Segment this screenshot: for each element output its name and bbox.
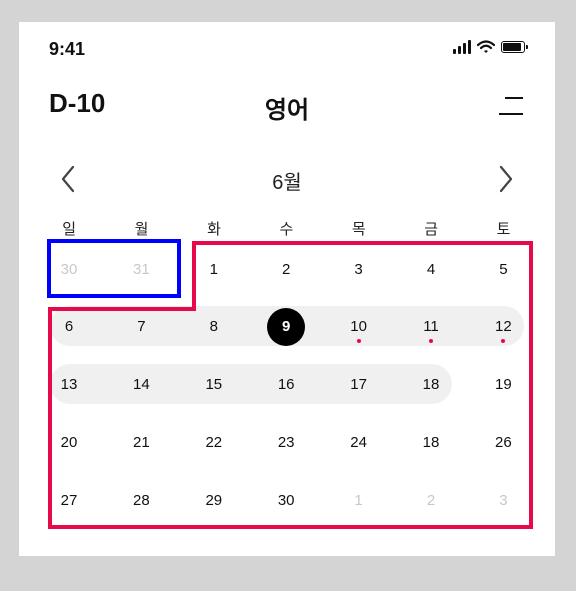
calendar-day[interactable]: 15 (178, 365, 250, 405)
calendar-day[interactable]: 23 (250, 422, 322, 462)
weekday-thu: 목 (351, 221, 366, 238)
month-label: 6월 (272, 172, 302, 194)
status-time: 9:41 (49, 39, 86, 59)
calendar-day[interactable]: 17 (323, 365, 395, 405)
calendar-day[interactable]: 30 (250, 480, 322, 520)
day-number: 6 (64, 318, 74, 336)
day-number: 16 (277, 376, 295, 394)
calendar-day[interactable]: 24 (323, 422, 395, 462)
calendar-day[interactable]: 29 (178, 480, 250, 520)
weekday-tue: 화 (207, 221, 221, 238)
weekday-sat: 토 (496, 221, 511, 238)
calendar-day[interactable]: 16 (250, 365, 322, 405)
day-number: 27 (60, 491, 78, 509)
day-number: 11 (423, 318, 439, 336)
calendar-day[interactable]: 27 (33, 480, 105, 520)
calendar-day[interactable]: 11 (395, 307, 467, 347)
day-number: 1 (209, 260, 218, 278)
day-number: 4 (426, 260, 436, 278)
day-number: 1 (354, 491, 363, 509)
event-dot (429, 338, 433, 343)
calendar-day-selected[interactable]: 9 (250, 307, 322, 347)
day-number: 8 (209, 318, 218, 336)
day-number: 31 (133, 260, 150, 278)
weekday-fri: 금 (424, 221, 439, 238)
day-number: 3 (354, 260, 363, 278)
event-dot (356, 338, 361, 343)
chevron-right-icon[interactable] (493, 164, 517, 194)
calendar-day[interactable]: 30 (33, 249, 105, 289)
day-number: 14 (133, 376, 150, 394)
battery-icon (501, 41, 528, 53)
calendar-day[interactable]: 28 (105, 480, 177, 520)
day-number: 17 (350, 376, 367, 394)
calendar-day[interactable]: 10 (323, 307, 395, 347)
day-number: 18 (422, 376, 440, 394)
day-number: 5 (499, 260, 508, 278)
day-number: 26 (495, 433, 512, 451)
calendar-day[interactable]: 31 (105, 249, 177, 289)
page-title: 영어 (264, 97, 310, 124)
weekday-wed: 수 (279, 221, 294, 238)
phone-screen: 9:41 D-10 영어 6월 일 월 화 수 목 금 토 30 31 1 2 3 4 5 6… (19, 22, 555, 556)
calendar-day[interactable]: 3 (323, 249, 395, 289)
weekday-header: 일 월 화 수 목 금 토 (33, 218, 540, 239)
weekday-sun: 일 (62, 221, 77, 238)
day-number: 18 (422, 433, 440, 451)
calendar-day[interactable]: 21 (105, 422, 177, 462)
calendar-day[interactable]: 5 (467, 249, 539, 289)
calendar-day[interactable]: 19 (467, 365, 539, 405)
day-number: 13 (60, 376, 78, 394)
calendar-day[interactable]: 20 (33, 422, 105, 462)
day-number: 3 (499, 491, 508, 509)
day-number: 29 (205, 491, 223, 509)
day-number: 9 (267, 307, 306, 346)
day-number: 12 (495, 318, 512, 336)
menu-icon[interactable] (499, 95, 523, 115)
day-number: 2 (426, 491, 436, 509)
day-number: 28 (133, 491, 150, 509)
calendar-day[interactable]: 6 (33, 307, 105, 347)
calendar-day[interactable]: 22 (178, 422, 250, 462)
day-number: 2 (282, 260, 291, 278)
calendar-day[interactable]: 7 (105, 307, 177, 347)
day-number: 10 (350, 318, 367, 336)
calendar-day[interactable]: 2 (395, 480, 467, 520)
calendar-day[interactable]: 13 (33, 365, 105, 405)
event-dot (501, 338, 506, 343)
calendar-day[interactable]: 14 (105, 365, 177, 405)
day-number: 30 (60, 260, 78, 278)
calendar-day[interactable]: 4 (395, 249, 467, 289)
day-number: 20 (60, 433, 78, 451)
calendar-day[interactable]: 26 (467, 422, 539, 462)
calendar-day[interactable]: 3 (467, 480, 539, 520)
day-number: 7 (137, 318, 146, 336)
signal-icon (453, 40, 471, 54)
calendar-day[interactable]: 18 (395, 422, 467, 462)
weekday-mon: 월 (134, 221, 149, 238)
day-number: 23 (277, 433, 295, 451)
day-number: 30 (277, 491, 295, 509)
day-number: 15 (205, 376, 223, 394)
calendar-day[interactable]: 8 (178, 307, 250, 347)
day-number: 22 (205, 433, 223, 451)
status-icons (453, 40, 528, 54)
calendar-day[interactable]: 1 (323, 480, 395, 520)
wifi-icon (477, 40, 495, 53)
calendar-day[interactable]: 1 (178, 249, 250, 289)
calendar-day[interactable]: 2 (250, 249, 322, 289)
calendar-day[interactable]: 12 (467, 307, 539, 347)
day-number: 21 (133, 433, 150, 451)
day-number: 24 (350, 433, 367, 451)
day-number: 19 (495, 376, 512, 394)
calendar-day[interactable]: 18 (395, 365, 467, 405)
